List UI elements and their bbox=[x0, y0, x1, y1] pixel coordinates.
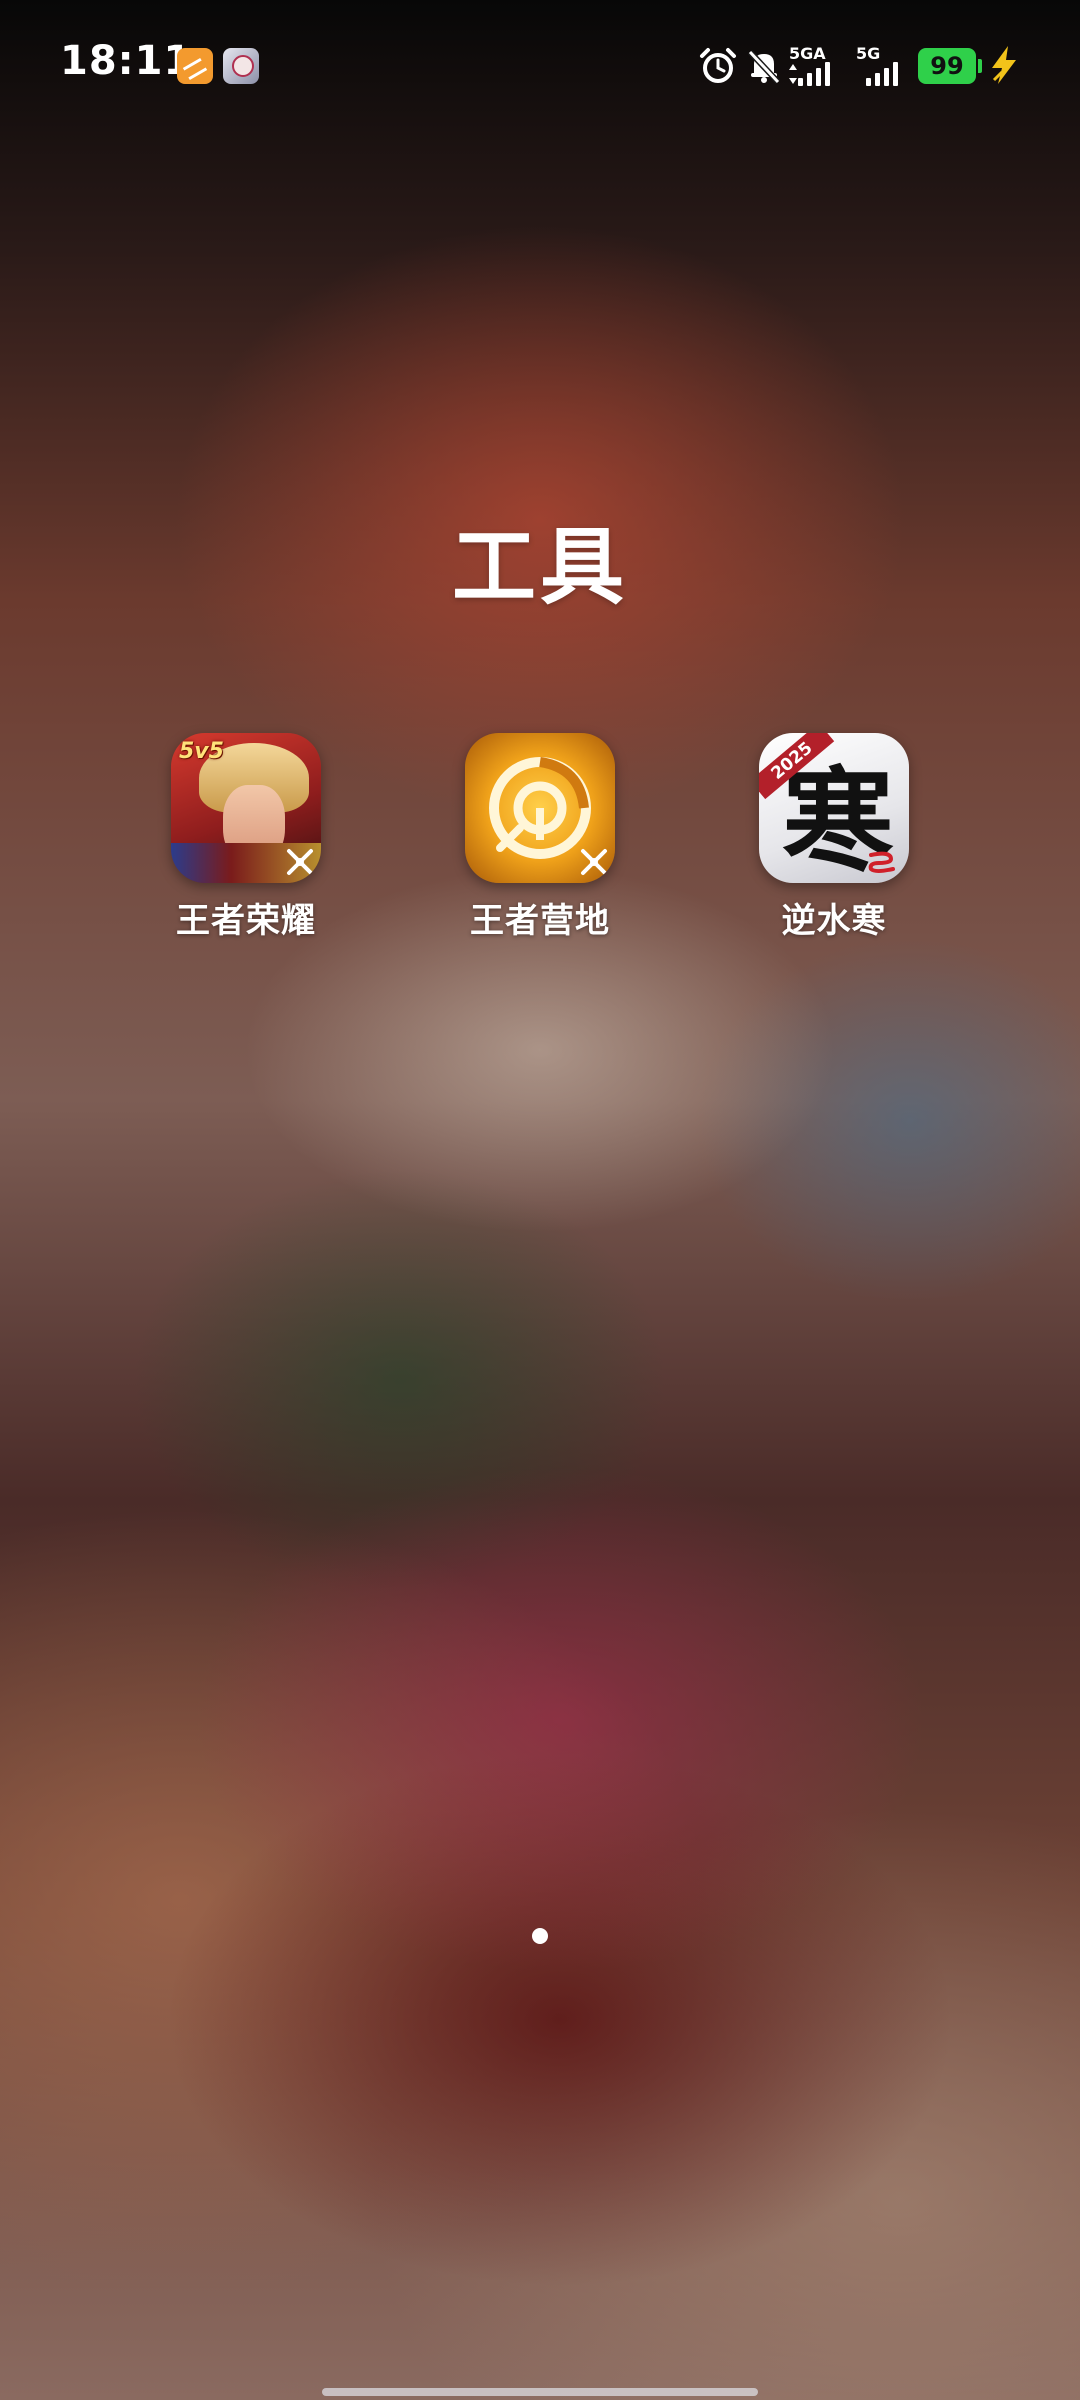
status-bar: 18:11 5GA 5G 99 bbox=[0, 0, 1080, 130]
app-hok-camp[interactable]: 王者营地 bbox=[420, 733, 660, 942]
notes-app-notification-icon bbox=[177, 48, 213, 84]
battery-tip bbox=[978, 59, 982, 73]
app-label: 王者荣耀 bbox=[176, 901, 316, 941]
data-activity-icon bbox=[789, 64, 797, 84]
battery-indicator: 99 bbox=[918, 48, 976, 84]
app-label: 逆水寒 bbox=[781, 901, 887, 941]
page-indicator-dot bbox=[532, 1928, 548, 1944]
app-nishuihan[interactable]: 寒 2025 逆水寒 bbox=[714, 733, 954, 942]
netease-logo-icon bbox=[868, 851, 895, 873]
nishuihan-icon[interactable]: 寒 2025 bbox=[759, 733, 909, 883]
app-badge: 5v5 bbox=[179, 739, 224, 764]
gift-ribbon-icon bbox=[287, 849, 313, 875]
anime-app-notification-icon bbox=[223, 48, 259, 84]
home-gesture-bar[interactable] bbox=[322, 2388, 758, 2396]
signal-1-icon bbox=[798, 60, 830, 86]
folder-title[interactable]: 工具 bbox=[0, 500, 1080, 621]
signal-2-icon bbox=[866, 60, 898, 86]
bell-off-icon bbox=[747, 49, 781, 85]
hok-camp-icon[interactable] bbox=[465, 733, 615, 883]
charging-bolt-icon bbox=[992, 46, 1016, 84]
battery-level: 99 bbox=[930, 52, 964, 80]
app-honor-of-kings[interactable]: 5v5 王者荣耀 bbox=[126, 733, 366, 942]
honor-of-kings-icon[interactable]: 5v5 bbox=[171, 733, 321, 883]
gift-ribbon-icon bbox=[581, 849, 607, 875]
alarm-icon bbox=[700, 48, 736, 83]
app-label: 王者营地 bbox=[470, 901, 610, 941]
clock: 18:11 bbox=[60, 38, 193, 84]
